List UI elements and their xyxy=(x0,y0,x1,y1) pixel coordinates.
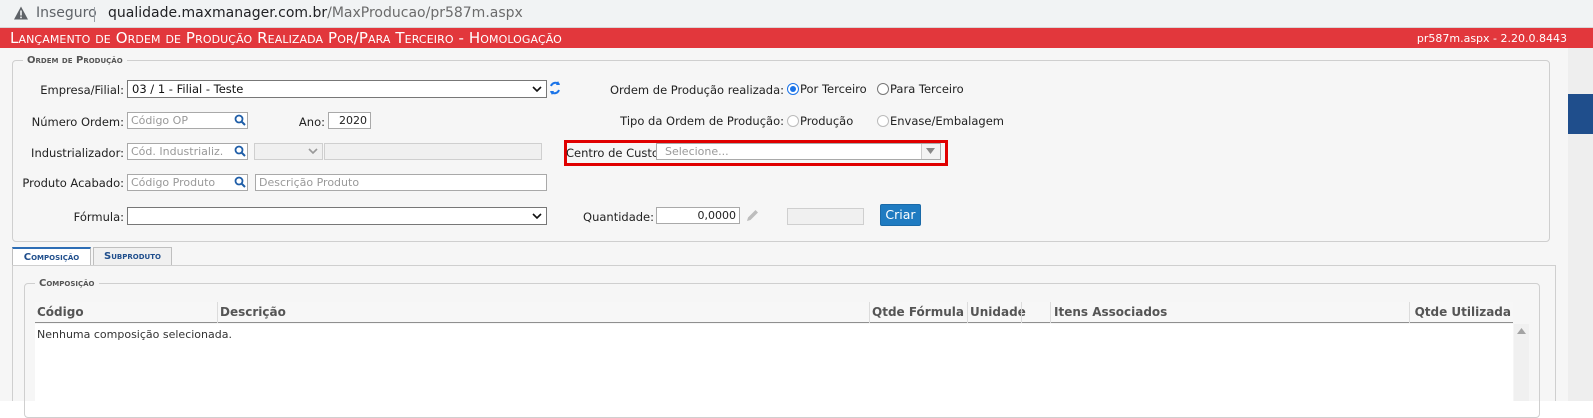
version-label: pr587m.aspx - 2.20.0.8443 xyxy=(1416,32,1567,45)
op-realizada-label: Ordem de Produção realizada: xyxy=(609,83,784,97)
column-header-codigo[interactable]: Código xyxy=(35,302,217,323)
page-title: Lançamento de Ordem de Produção Realizad… xyxy=(10,29,562,47)
radio-producao[interactable] xyxy=(787,115,799,127)
warning-icon[interactable] xyxy=(13,5,29,21)
industrializador-desc-input[interactable] xyxy=(324,143,542,160)
refresh-icon[interactable] xyxy=(548,80,562,96)
formula-select[interactable] xyxy=(127,207,547,225)
unidade-display xyxy=(787,208,864,225)
centro-custo-placeholder: Selecione... xyxy=(665,145,729,158)
tab-composicao[interactable]: Composição xyxy=(12,247,91,266)
radio-envase-label: Envase/Embalagem xyxy=(890,114,1004,128)
radio-para-terceiro-label: Para Terceiro xyxy=(890,82,964,96)
quantidade-label: Quantidade: xyxy=(583,210,654,224)
produto-codigo-placeholder: Código Produto xyxy=(131,176,216,189)
chevron-down-icon xyxy=(532,86,542,93)
chevron-down-icon xyxy=(532,213,542,220)
url-path: /MaxProducao/pr587m.aspx xyxy=(327,5,523,21)
tipo-ordem-label: Tipo da Ordem de Produção: xyxy=(620,114,784,128)
column-header-qtde-formula[interactable]: Qtde Fórmula xyxy=(869,302,967,323)
composicao-legend: Composição xyxy=(39,278,95,289)
ano-input[interactable]: 2020 xyxy=(328,112,371,129)
produto-descricao-input[interactable]: Descrição Produto xyxy=(255,174,547,191)
column-header-qtde-utilizada[interactable]: Qtde Utilizada xyxy=(1409,302,1513,323)
radio-por-terceiro-label: Por Terceiro xyxy=(800,82,867,96)
url-host: qualidade.maxmanager.com.br xyxy=(108,5,328,21)
column-header-descricao[interactable]: Descrição xyxy=(217,302,869,323)
url-field[interactable]: qualidade.maxmanager.com.br/MaxProducao/… xyxy=(108,5,523,21)
pencil-icon[interactable] xyxy=(745,208,760,223)
empresa-label: Empresa/Filial: xyxy=(40,83,124,97)
produto-codigo-input[interactable]: Código Produto xyxy=(127,174,248,191)
centro-custo-arrow[interactable] xyxy=(921,144,940,159)
radio-producao-label: Produção xyxy=(800,114,854,128)
scroll-up-icon[interactable] xyxy=(1517,328,1526,334)
column-header-unidade[interactable]: Unidade xyxy=(967,302,1026,323)
numero-ordem-placeholder: Código OP xyxy=(131,114,188,127)
radio-por-terceiro[interactable] xyxy=(787,83,799,95)
ordem-producao-legend: Ordem de Produção xyxy=(27,55,123,66)
chevron-down-icon xyxy=(308,148,318,155)
empresa-value: 03 / 1 - Filial - Teste xyxy=(132,82,244,96)
triangle-down-icon xyxy=(926,148,935,154)
column-header-itens-associados[interactable]: Itens Associados xyxy=(1050,302,1409,323)
ano-value: 2020 xyxy=(339,114,367,127)
numero-ordem-label: Número Ordem: xyxy=(31,115,124,129)
empresa-select[interactable]: 03 / 1 - Filial - Teste xyxy=(127,80,547,98)
column-header-blank[interactable] xyxy=(1021,302,1050,323)
security-status-label[interactable]: Inseguro xyxy=(36,5,97,21)
table-scrollbar[interactable] xyxy=(1514,324,1529,401)
criar-button[interactable]: Criar xyxy=(880,204,921,226)
search-icon[interactable] xyxy=(234,145,246,157)
formula-label: Fórmula: xyxy=(73,210,124,224)
composicao-table-body xyxy=(35,324,1513,401)
composicao-table-header: Código Descrição Qtde Fórmula Unidade It… xyxy=(35,302,1513,323)
numero-ordem-input[interactable]: Código OP xyxy=(127,112,248,129)
produto-acabado-label: Produto Acabado: xyxy=(22,176,124,190)
outer-page-edge xyxy=(1568,28,1593,401)
industrializador-label: Industrializador: xyxy=(31,146,124,160)
industrializador-select[interactable] xyxy=(254,143,323,160)
industrializador-input[interactable]: Cód. Industrializ. xyxy=(127,143,248,160)
industrializador-placeholder: Cód. Industrializ. xyxy=(131,145,224,158)
produto-descricao-placeholder: Descrição Produto xyxy=(259,176,360,189)
centro-custo-select[interactable]: Selecione... xyxy=(656,143,941,160)
ano-label: Ano: xyxy=(298,115,325,129)
quantidade-value: 0,0000 xyxy=(697,209,737,222)
address-separator xyxy=(94,7,95,22)
tab-subproduto[interactable]: Subproduto xyxy=(93,247,172,266)
composicao-empty-message: Nenhuma composição selecionada. xyxy=(37,328,232,341)
quantidade-input[interactable]: 0,0000 xyxy=(656,207,740,224)
search-icon[interactable] xyxy=(234,114,246,126)
centro-custo-label: Centro de Custo: xyxy=(566,146,663,160)
radio-envase[interactable] xyxy=(877,115,889,127)
search-icon[interactable] xyxy=(234,176,246,188)
radio-para-terceiro[interactable] xyxy=(877,83,889,95)
